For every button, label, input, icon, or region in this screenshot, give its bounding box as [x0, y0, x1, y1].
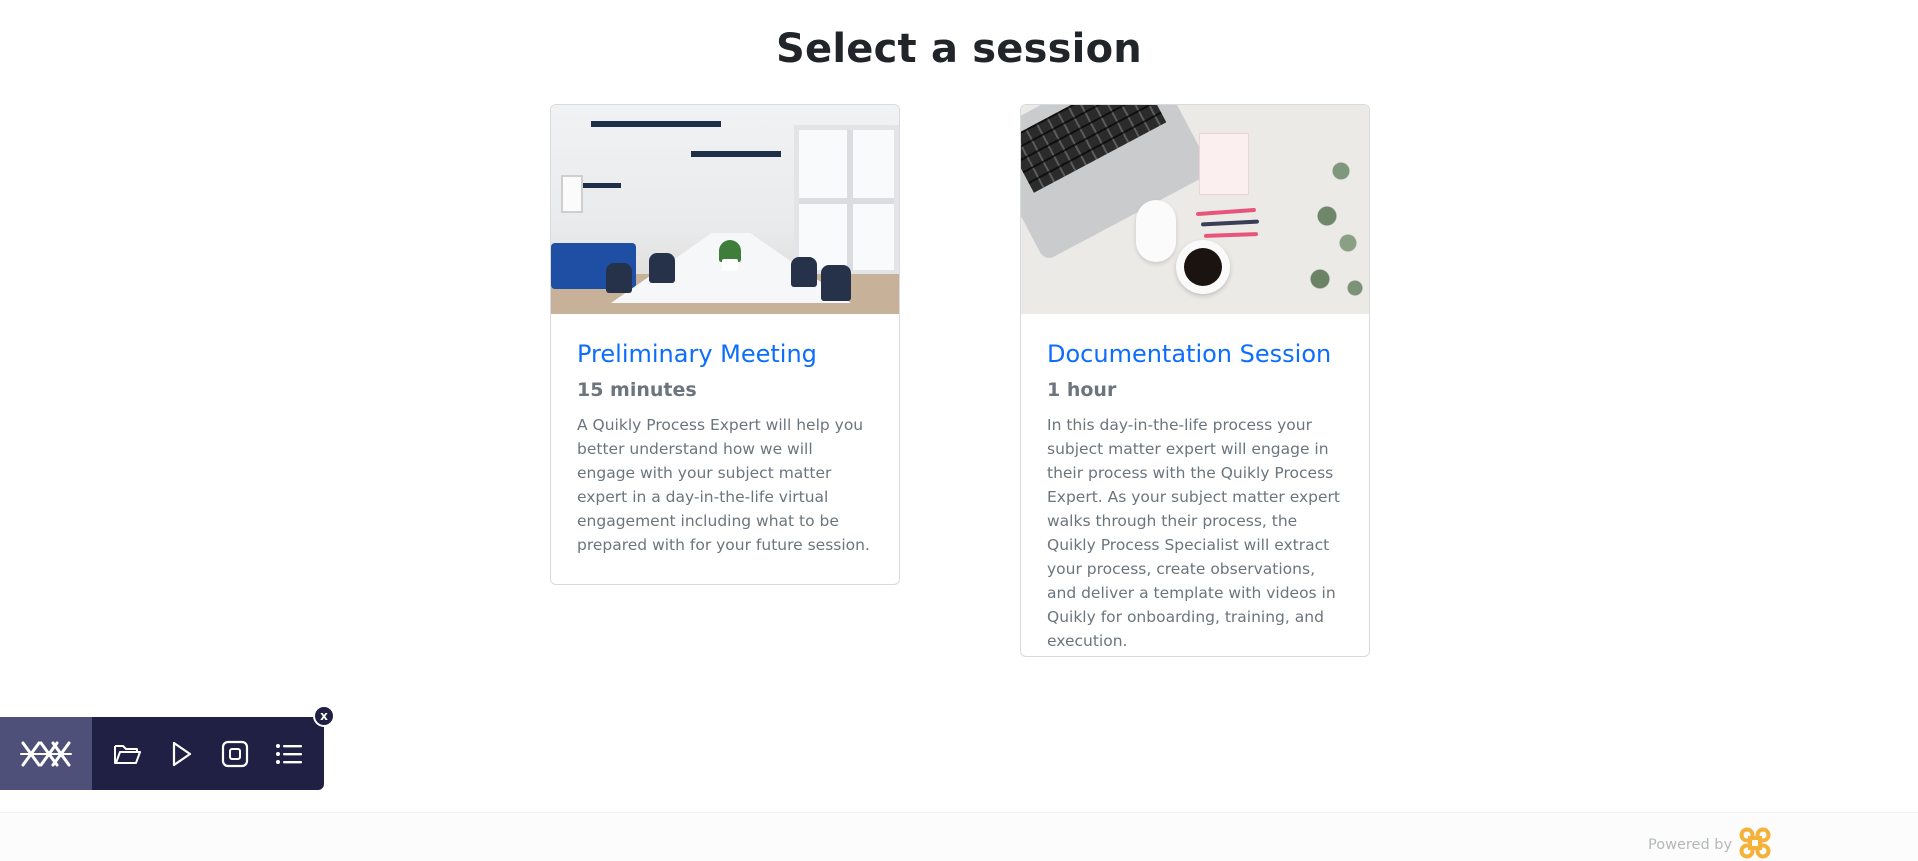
- page-title: Select a session: [776, 26, 1142, 72]
- meeting-room-photo: [551, 105, 899, 314]
- session-description: A Quikly Process Expert will help you be…: [577, 415, 870, 554]
- session-duration: 15 minutes: [577, 378, 697, 401]
- session-card-documentation-session[interactable]: Documentation Session 1 hour In this day…: [1020, 104, 1370, 657]
- powered-by-label: Powered by: [1648, 837, 1733, 853]
- quikly-command-logo-icon: [1738, 826, 1772, 861]
- stop-record-icon[interactable]: [208, 717, 262, 790]
- session-title[interactable]: Documentation Session: [1047, 340, 1343, 369]
- session-description: In this day-in-the-life process your sub…: [1047, 415, 1340, 650]
- session-card-preliminary-meeting[interactable]: Preliminary Meeting 15 minutes A Quikly …: [550, 104, 900, 585]
- list-icon[interactable]: [262, 717, 316, 790]
- desk-flatlay-photo: [1021, 105, 1369, 314]
- powered-by[interactable]: Powered by: [1648, 826, 1772, 861]
- recorder-toolbar: [0, 717, 324, 790]
- folder-open-icon[interactable]: [100, 717, 154, 790]
- footer: [0, 812, 1918, 861]
- toolbar-close-button[interactable]: x: [313, 705, 335, 727]
- play-icon[interactable]: [154, 717, 208, 790]
- recorder-logo-icon[interactable]: [0, 717, 92, 790]
- session-duration: 1 hour: [1047, 378, 1117, 401]
- session-title[interactable]: Preliminary Meeting: [577, 340, 873, 369]
